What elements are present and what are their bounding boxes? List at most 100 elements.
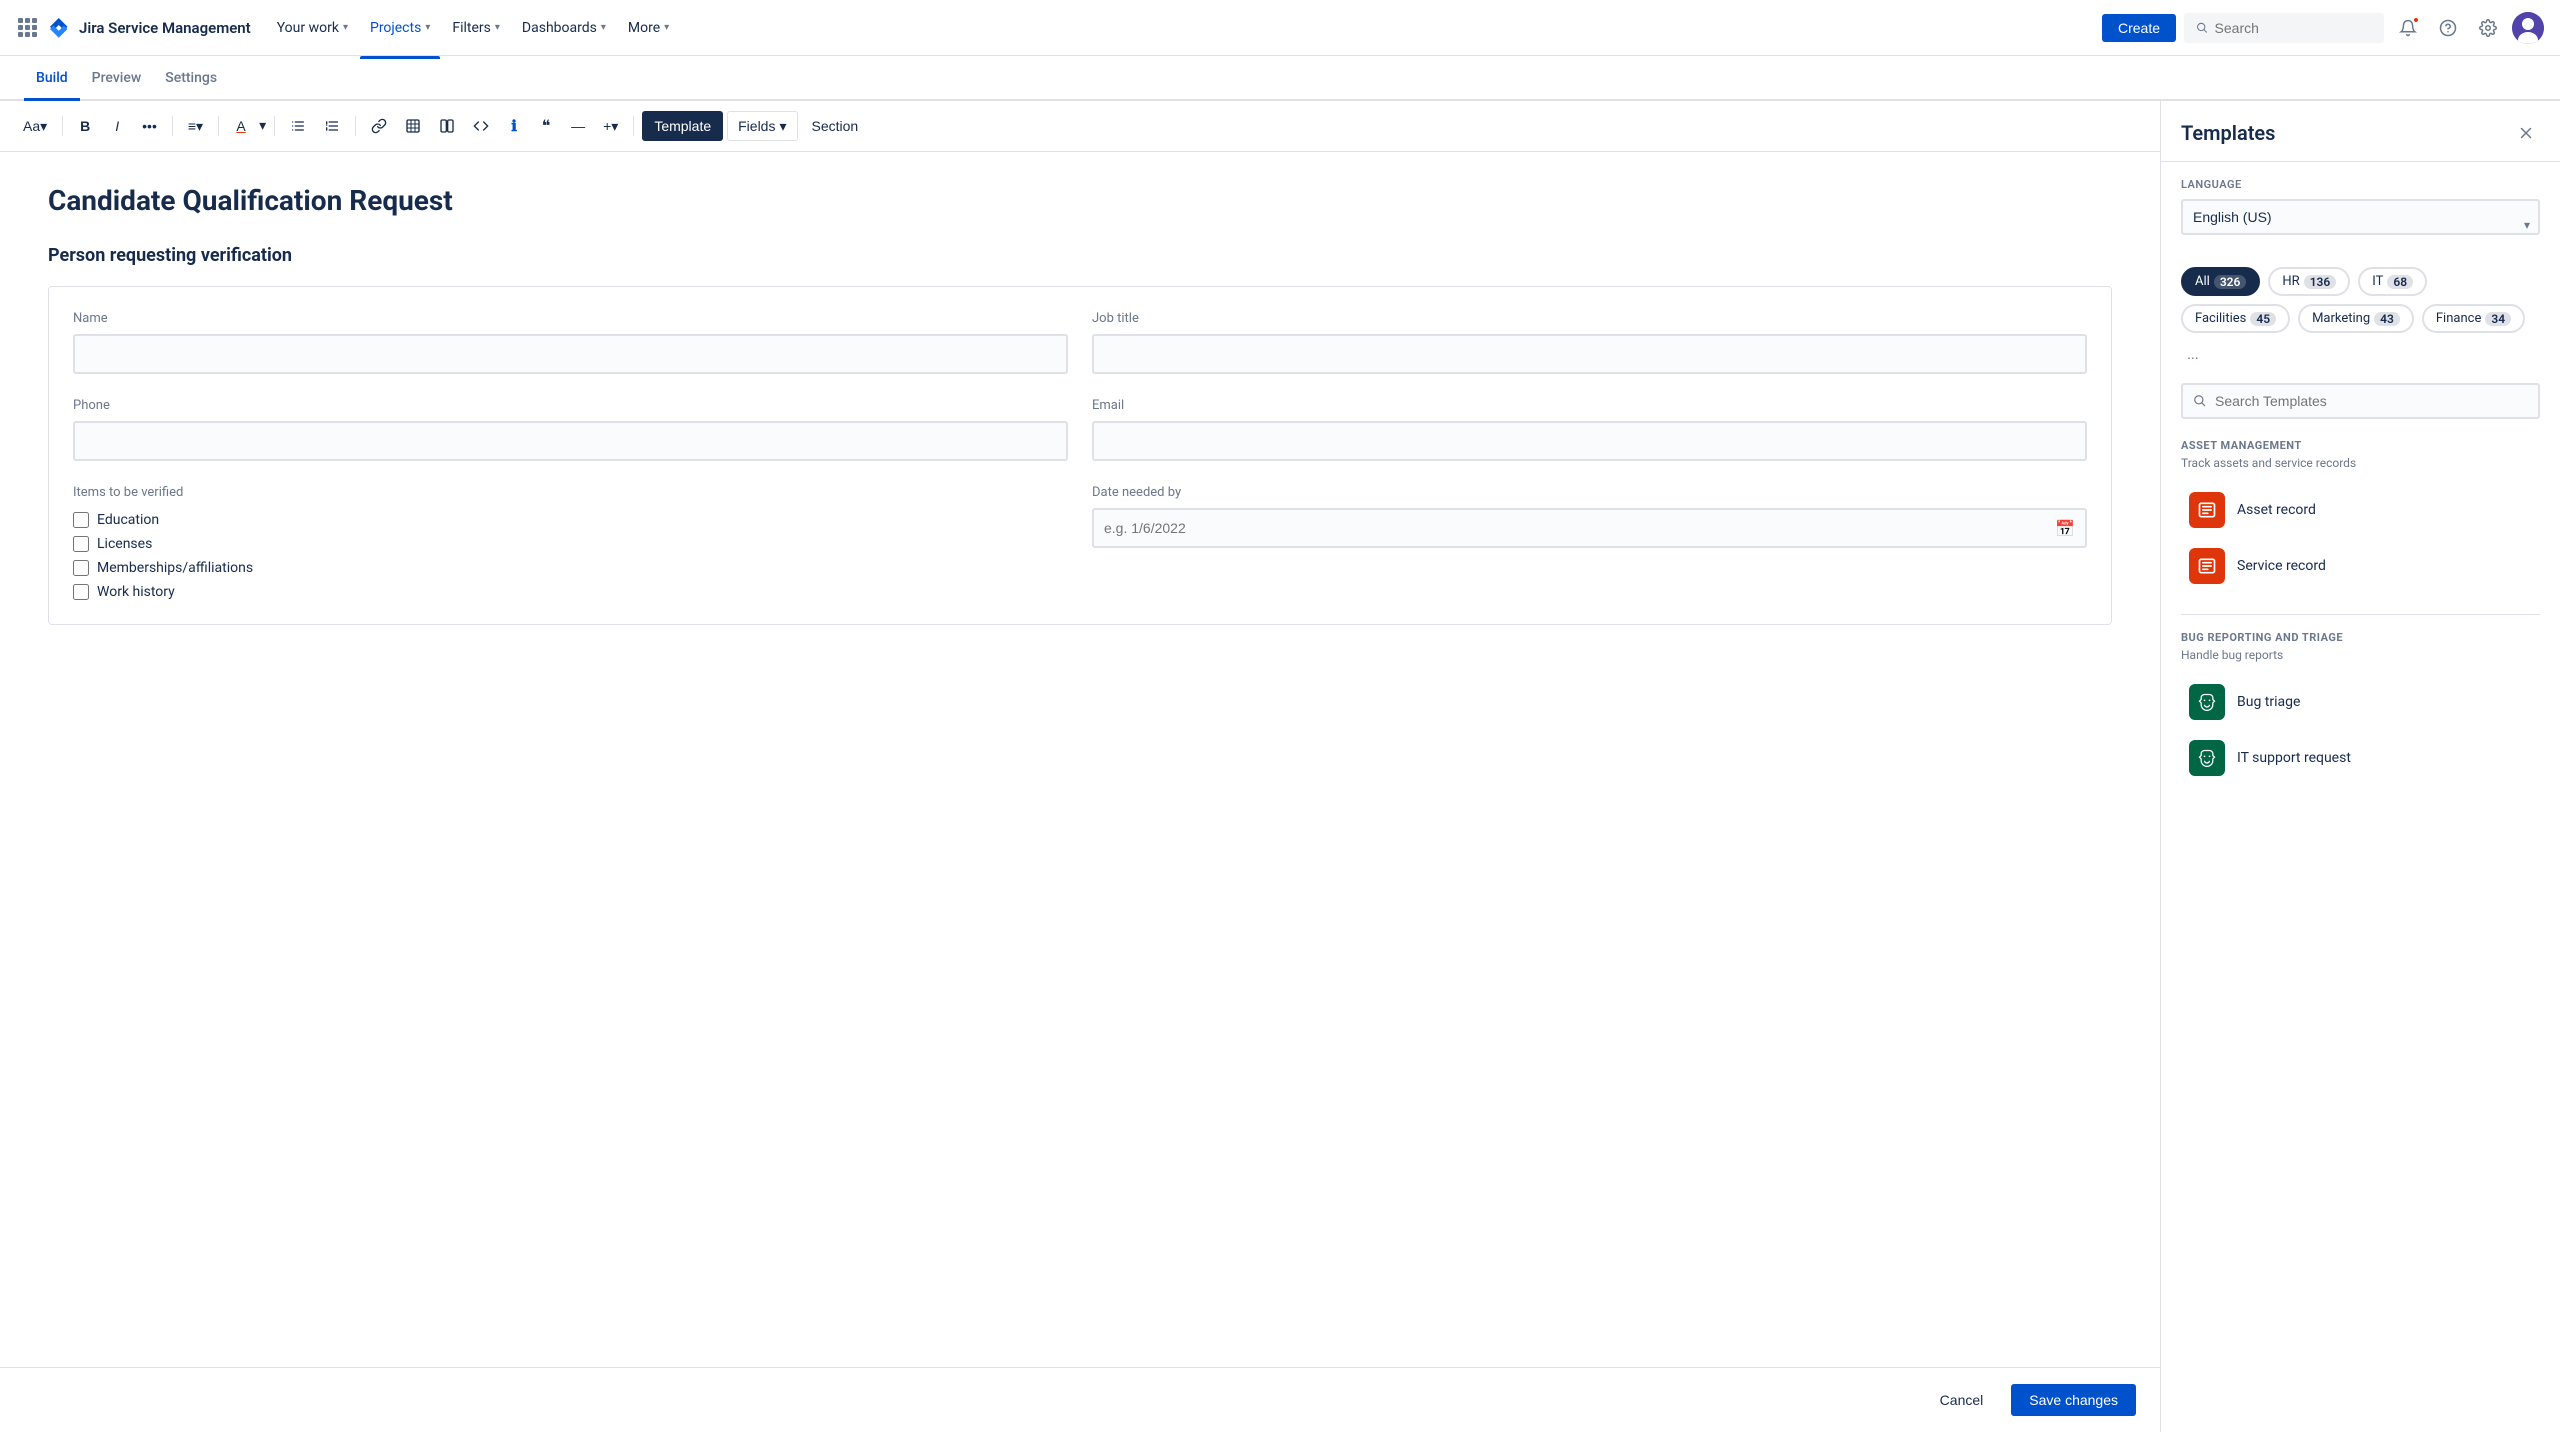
bullet-list-button[interactable] bbox=[283, 112, 313, 140]
memberships-checkbox[interactable] bbox=[73, 560, 89, 576]
date-label: Date needed by bbox=[1092, 485, 2087, 500]
main-layout: Aa▾ B I ••• ≡▾ A▾ bbox=[0, 101, 2560, 1432]
search-bar[interactable] bbox=[2184, 13, 2384, 43]
checkbox-group: Education Licenses Memberships/affiliati… bbox=[73, 512, 1068, 600]
link-button[interactable] bbox=[364, 112, 394, 140]
licenses-label: Licenses bbox=[97, 536, 152, 552]
name-input[interactable] bbox=[73, 334, 1068, 374]
nav-dashboards[interactable]: Dashboards ▾ bbox=[512, 14, 616, 42]
search-icon bbox=[2196, 21, 2209, 35]
columns-button[interactable] bbox=[432, 112, 462, 140]
tag-marketing-label: Marketing bbox=[2312, 311, 2370, 326]
tag-all-label: All bbox=[2195, 274, 2210, 289]
toolbar-divider-3 bbox=[218, 116, 219, 136]
toolbar-divider-4 bbox=[274, 116, 275, 136]
nav-your-work[interactable]: Your work ▾ bbox=[267, 14, 358, 42]
nav-dashboards-chevron: ▾ bbox=[601, 22, 606, 33]
help-button[interactable] bbox=[2432, 12, 2464, 44]
education-checkbox[interactable] bbox=[73, 512, 89, 528]
more-formatting-button[interactable]: ••• bbox=[135, 112, 164, 140]
app-logo[interactable]: Jira Service Management bbox=[16, 16, 251, 40]
close-icon bbox=[2517, 124, 2535, 142]
language-select-wrapper: English (US) French German Spanish Japan… bbox=[2181, 199, 2540, 251]
tabs-bar: Build Preview Settings bbox=[0, 56, 2560, 101]
email-input[interactable] bbox=[1092, 421, 2087, 461]
tag-hr-label: HR bbox=[2282, 274, 2299, 289]
language-select[interactable]: English (US) French German Spanish Japan… bbox=[2181, 199, 2540, 235]
date-input-wrapper[interactable]: 📅 bbox=[1092, 508, 2087, 548]
bug-reporting-title: BUG REPORTING AND TRIAGE bbox=[2181, 631, 2540, 644]
templates-panel: Templates LANGUAGE English (US) French G… bbox=[2160, 101, 2560, 1432]
text-color-button[interactable]: A bbox=[227, 112, 255, 140]
more-tags-button[interactable]: ... bbox=[2181, 341, 2205, 367]
tag-all[interactable]: All 326 bbox=[2181, 267, 2260, 296]
list-icon bbox=[290, 118, 306, 134]
work-history-label: Work history bbox=[97, 584, 175, 600]
table-button[interactable] bbox=[398, 112, 428, 140]
nav-projects[interactable]: Projects ▾ bbox=[360, 14, 440, 42]
job-title-input[interactable] bbox=[1092, 334, 2087, 374]
tag-finance-label: Finance bbox=[2436, 311, 2481, 326]
checkbox-memberships: Memberships/affiliations bbox=[73, 560, 1068, 576]
licenses-checkbox[interactable] bbox=[73, 536, 89, 552]
tag-marketing[interactable]: Marketing 43 bbox=[2298, 304, 2414, 333]
template-it-support[interactable]: IT support request bbox=[2181, 730, 2540, 786]
italic-button[interactable]: I bbox=[103, 112, 131, 140]
service-record-label: Service record bbox=[2237, 558, 2326, 574]
template-button[interactable]: Template bbox=[642, 111, 723, 141]
tag-marketing-count: 43 bbox=[2374, 312, 2400, 326]
tab-build[interactable]: Build bbox=[24, 56, 80, 101]
template-asset-record[interactable]: Asset record bbox=[2181, 482, 2540, 538]
font-size-button[interactable]: Aa▾ bbox=[16, 112, 54, 140]
template-service-record[interactable]: Service record bbox=[2181, 538, 2540, 594]
nav-filters[interactable]: Filters ▾ bbox=[442, 14, 510, 42]
fields-button[interactable]: Fields ▾ bbox=[727, 111, 797, 141]
phone-input[interactable] bbox=[73, 421, 1068, 461]
tag-finance[interactable]: Finance 34 bbox=[2422, 304, 2525, 333]
template-bug-triage[interactable]: Bug triage bbox=[2181, 674, 2540, 730]
work-history-checkbox[interactable] bbox=[73, 584, 89, 600]
info-button[interactable]: ℹ bbox=[500, 112, 528, 140]
service-record-svg bbox=[2197, 556, 2217, 576]
section-button[interactable]: Section bbox=[802, 111, 869, 141]
templates-search-input[interactable] bbox=[2215, 393, 2528, 409]
tag-hr[interactable]: HR 136 bbox=[2268, 267, 2350, 296]
insert-button[interactable]: +▾ bbox=[596, 112, 625, 140]
notifications-button[interactable] bbox=[2392, 12, 2424, 44]
nav-your-work-chevron: ▾ bbox=[343, 22, 348, 33]
cancel-button[interactable]: Cancel bbox=[1924, 1384, 2000, 1416]
form-title: Candidate Qualification Request bbox=[48, 184, 2112, 217]
dash-button[interactable]: — bbox=[564, 112, 592, 140]
numlist-icon bbox=[324, 118, 340, 134]
templates-panel-title: Templates bbox=[2181, 121, 2275, 145]
quote-button[interactable]: ❝ bbox=[532, 112, 560, 140]
language-label: LANGUAGE bbox=[2181, 178, 2540, 191]
bold-button[interactable]: B bbox=[71, 112, 99, 140]
date-input[interactable] bbox=[1104, 520, 2055, 536]
create-button[interactable]: Create bbox=[2102, 14, 2176, 42]
items-field: Items to be verified Education Licenses bbox=[73, 485, 1068, 600]
align-button[interactable]: ≡▾ bbox=[181, 112, 210, 140]
tab-preview[interactable]: Preview bbox=[80, 56, 154, 101]
notification-badge bbox=[2412, 16, 2420, 24]
nav-more[interactable]: More ▾ bbox=[618, 14, 679, 42]
columns-icon bbox=[439, 118, 455, 134]
numbered-list-button[interactable] bbox=[317, 112, 347, 140]
save-button[interactable]: Save changes bbox=[2011, 1384, 2136, 1416]
bug-reporting-desc: Handle bug reports bbox=[2181, 648, 2540, 662]
tag-it[interactable]: IT 68 bbox=[2358, 267, 2427, 296]
tag-facilities[interactable]: Facilities 45 bbox=[2181, 304, 2290, 333]
tag-it-count: 68 bbox=[2387, 275, 2413, 289]
editor-area: Aa▾ B I ••• ≡▾ A▾ bbox=[0, 101, 2160, 1432]
date-field: Date needed by 📅 bbox=[1092, 485, 2087, 600]
settings-button[interactable] bbox=[2472, 12, 2504, 44]
it-support-label: IT support request bbox=[2237, 750, 2351, 766]
checkbox-licenses: Licenses bbox=[73, 536, 1068, 552]
name-label: Name bbox=[73, 311, 1068, 326]
tab-settings[interactable]: Settings bbox=[153, 56, 229, 101]
templates-search-icon bbox=[2193, 394, 2207, 408]
code-button[interactable] bbox=[466, 112, 496, 140]
templates-close-button[interactable] bbox=[2512, 119, 2540, 147]
search-input[interactable] bbox=[2215, 20, 2372, 36]
avatar[interactable] bbox=[2512, 12, 2544, 44]
